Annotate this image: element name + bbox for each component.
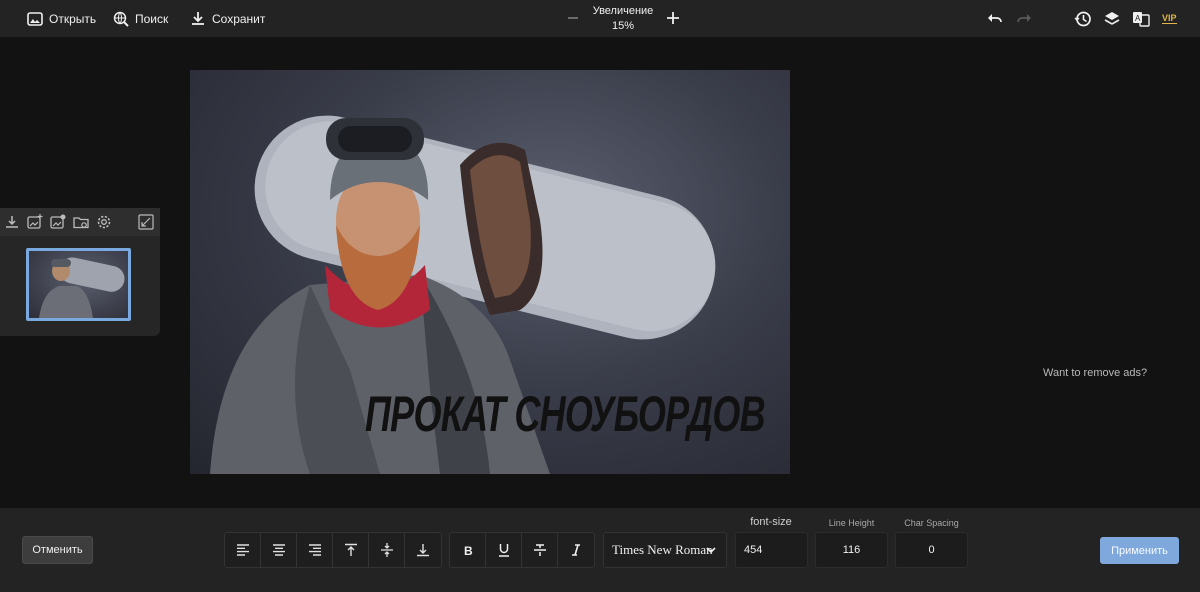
save-label: Сохранит [212,11,266,26]
history-icon[interactable] [1074,10,1092,28]
undo-icon[interactable] [986,10,1004,28]
font-family-value: Times New Roman [612,542,713,557]
align-left-button[interactable] [225,533,261,567]
vip-badge[interactable]: VIP [1162,0,1177,37]
add-image-icon[interactable] [27,214,43,230]
zoom-out-button[interactable] [568,17,578,19]
bold-button[interactable]: B [450,533,486,567]
translate-icon[interactable]: A [1132,10,1150,28]
image-icon [27,11,43,26]
search-label: Поиск [135,11,169,26]
zoom-in-button[interactable] [666,11,680,25]
strikethrough-icon [533,544,546,556]
svg-text:A: A [1135,14,1141,23]
image-thumbnail[interactable] [26,248,131,321]
align-bottom-button[interactable] [405,533,441,567]
collapse-icon[interactable] [138,214,154,230]
gear-icon[interactable] [96,214,112,230]
download-icon[interactable] [4,214,20,230]
underline-button[interactable] [486,533,522,567]
top-toolbar: Открыть Поиск Сохранит Увеличение 15% A … [0,0,1200,37]
align-right-icon [308,544,321,556]
align-left-icon [236,544,249,556]
line-height-label: Line Height [828,518,875,528]
panel-toolbar [0,208,160,236]
align-center-icon [272,544,285,556]
char-spacing-label: Char Spacing [904,518,959,528]
download-icon [192,11,204,25]
thumbnail-panel [0,208,160,336]
folder-image-icon[interactable] [73,214,89,230]
save-button[interactable]: Сохранит [190,0,265,37]
open-button[interactable]: Открыть [27,0,96,37]
chevron-down-icon [706,547,716,554]
redo-icon[interactable] [1015,10,1033,28]
align-right-button[interactable] [297,533,333,567]
align-top-button[interactable] [333,533,369,567]
bold-icon: B [464,544,473,557]
text-edit-toolbar: Отменить B Times New Roman font-size 454… [0,508,1200,592]
strikethrough-button[interactable] [522,533,558,567]
char-spacing-input[interactable]: 0 [895,532,968,568]
line-height-input[interactable]: 116 [815,532,888,568]
thumbnail-preview [39,257,125,318]
image-canvas[interactable]: ПРОКАТ СНОУБОРДОВ [190,70,790,474]
text-style-group: B [449,532,595,568]
globe-search-icon [113,11,129,27]
font-family-select[interactable]: Times New Roman [603,532,727,568]
align-middle-button[interactable] [369,533,405,567]
align-top-icon [344,543,357,556]
underline-icon [498,544,509,557]
align-bottom-icon [417,544,429,557]
apply-button[interactable]: Применить [1100,537,1179,564]
font-size-label: font-size [750,516,792,528]
search-button[interactable]: Поиск [113,0,168,37]
cancel-button[interactable]: Отменить [22,536,93,564]
vip-label: VIP [1162,13,1177,24]
font-size-input[interactable]: 454 [735,532,808,568]
align-center-button[interactable] [261,533,297,567]
remove-ads-link[interactable]: Want to remove ads? [1043,367,1147,379]
alignment-group [224,532,442,568]
italic-icon [572,544,580,556]
svg-text:B: B [464,544,473,557]
align-middle-icon [380,543,393,557]
image-settings-icon[interactable] [50,214,66,230]
canvas-overlay-text[interactable]: ПРОКАТ СНОУБОРДОВ [365,385,766,443]
open-label: Открыть [49,11,97,26]
layers-icon[interactable] [1103,10,1121,28]
italic-button[interactable] [558,533,594,567]
zoom-control: Увеличение 15% [560,0,686,37]
